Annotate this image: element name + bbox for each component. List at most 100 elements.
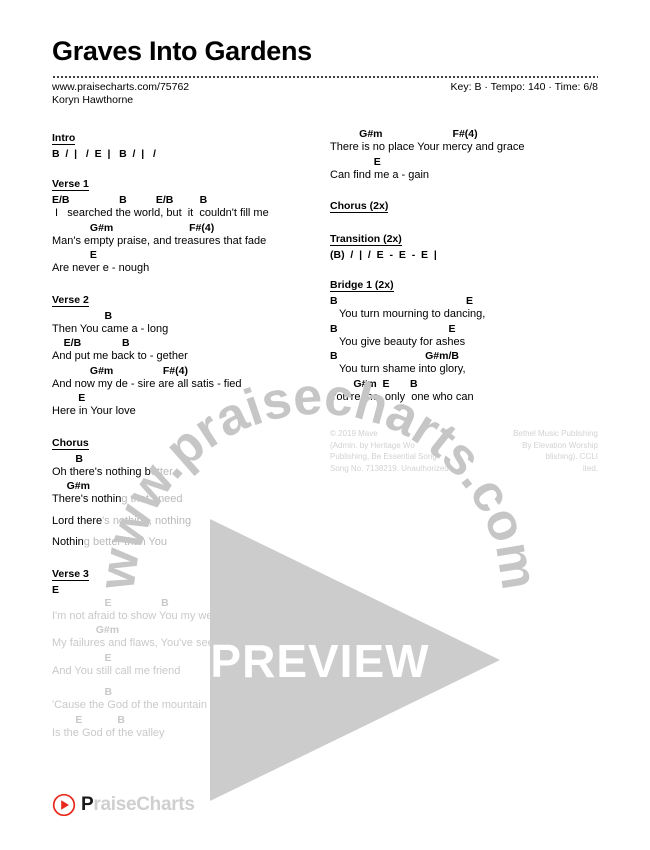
chord-line: G#m F#(4) (330, 128, 478, 140)
chord-line: E/B B (52, 337, 130, 349)
chord-line: B (52, 686, 113, 698)
chord-line: E B (52, 596, 169, 609)
chord-line: B / | / E | B / | / (52, 148, 156, 160)
copyright-right-1: Bethel Music Publishing (513, 429, 598, 438)
play-button-icon[interactable] (52, 793, 76, 817)
page-title: Graves Into Gardens (52, 36, 312, 66)
lyric-line: Man's empty praise, and treasures that f… (52, 234, 267, 247)
chart-section: Chorus (2x) (330, 196, 598, 227)
lyric-occluded-tail: 's nothing, nothing (102, 514, 192, 527)
copyright-line-2: (Admin. by Heritage Wo (330, 440, 415, 450)
copyright-block: © 2019 Mave Bethel Music Publishing (Adm… (330, 428, 598, 474)
lyric-line: You're the only one who can (330, 390, 474, 403)
lyric-line: Oh there's nothing better (52, 465, 173, 478)
section-heading: Bridge 1 (2x) (330, 279, 394, 292)
chord-line: B (52, 452, 83, 465)
section-heading: Chorus (2x) (330, 200, 389, 213)
chord-chart-page: Graves Into Gardens www.praisecharts.com… (0, 0, 650, 850)
source-url[interactable]: www.praisecharts.com/75762 (52, 81, 189, 93)
chord-line: B E (330, 295, 473, 307)
right-column: G#m F#(4) There is no place Your mercy an… (330, 128, 598, 418)
lyric-line: Are never e - nough (52, 262, 150, 274)
chart-section: Verse 3E E B I'm not afraid to show You m… (52, 564, 320, 753)
lyric-line: Then You came a - long (52, 322, 169, 335)
lyric-line: You give beauty for ashes (330, 335, 466, 348)
logo-rest: raiseCharts (93, 794, 195, 815)
lyric-line: Here in Your love (52, 405, 136, 417)
song-meta: Key: B · Tempo: 140 · Time: 6/8 (450, 81, 598, 93)
lyric-line: There is no place Your mercy and grace (330, 141, 525, 153)
lyric-line: Nothing better than You (52, 536, 167, 548)
lyric-line: There's nothing that I need (52, 493, 183, 505)
copyright-right-3: blishing). CCLI (545, 452, 598, 461)
chart-section: Verse 1 E/B B E/B B I searched the world,… (52, 174, 320, 288)
lyric-line: Is the God of the valley (52, 726, 165, 739)
lyric-occluded-tail: g that I need (121, 493, 183, 505)
chart-section: Intro B / | / E | B / | / (52, 128, 320, 172)
artist-name: Koryn Hawthorne (52, 94, 134, 106)
chord-line: E/B B E/B B (52, 194, 208, 206)
chord-line: B (52, 309, 113, 322)
line-spacer (52, 529, 320, 536)
lyric-line: And now my de - sire are all satis - fie… (52, 377, 242, 390)
chord-line: (B) / | / E - E - E | (330, 249, 437, 261)
left-column: Intro B / | / E | B / | / Verse 1 E/B B E/B… (52, 128, 320, 754)
lyric-line: Lord there's nothing, nothing (52, 514, 192, 527)
chord-line: E (52, 392, 86, 404)
section-heading: Intro (52, 132, 76, 145)
praisecharts-logo[interactable]: PraiseCharts (52, 793, 195, 817)
section-heading: Verse 2 (52, 293, 89, 307)
chord-line: E (330, 155, 381, 168)
lyric-line: I searched the world, but it couldn't fi… (52, 207, 269, 219)
chord-line: B E (330, 322, 456, 335)
chord-line: G#m F#(4) (52, 221, 215, 234)
section-heading: Transition (2x) (330, 233, 402, 246)
chord-line: E (52, 651, 112, 664)
header-divider (52, 76, 598, 78)
lyric-line: I'm not afraid to show You my weakness (52, 609, 248, 622)
logo-lead: P (81, 794, 94, 815)
chart-section: Bridge 1 (2x) B E You turn mourning to da… (330, 275, 598, 416)
chord-line: G#m F#(4) (52, 364, 188, 377)
lyric-occluded-tail: g better than You (83, 536, 167, 548)
lyric-line: Can find me a - gain (330, 168, 430, 181)
section-heading: Verse 3 (52, 567, 89, 581)
chord-line: G#m E B (330, 377, 418, 390)
chord-line: G#m (52, 624, 120, 636)
chart-section: Verse 2 B Then You came a - long E/B B And… (52, 290, 320, 431)
copyright-line-4: Song No. 7138219. Unauthorized (330, 463, 449, 473)
copyright-right-2: By Elevation Worship (522, 440, 598, 450)
chord-line: E B (52, 713, 125, 726)
chart-section: Transition (2x) (B) / | / E - E - E | (330, 229, 598, 273)
lyric-line: You turn shame into glory, (330, 363, 466, 375)
line-spacer (52, 508, 320, 515)
lyric-line: And You still call me friend (52, 664, 181, 677)
chord-line: G#m (52, 480, 90, 492)
section-heading: Chorus (52, 436, 89, 450)
section-heading: Verse 1 (52, 178, 89, 191)
copyright-right-4: ited. (582, 463, 598, 473)
lyric-line: You turn mourning to dancing, (330, 308, 486, 320)
chord-line: E (52, 583, 60, 596)
lyric-line: My failures and flaws, You've seen them … (52, 637, 262, 649)
lyric-line: 'Cause the God of the mountain (52, 699, 207, 711)
lyric-line: And put me back to - gether (52, 350, 188, 362)
chart-section: Chorus B Oh there's nothing better G#m The… (52, 433, 320, 562)
copyright-line-3: Publishing, Be Essential Song (330, 452, 437, 461)
logo-wordmark: PraiseCharts (81, 794, 195, 816)
chord-line: E (52, 249, 97, 261)
chart-section: G#m F#(4) There is no place Your mercy an… (330, 128, 598, 194)
copyright-line-1: © 2019 Mave (330, 429, 378, 438)
line-spacer (52, 679, 320, 686)
chord-line: B G#m/B (330, 350, 459, 362)
lyric-occluded-tail: etter (150, 465, 173, 478)
